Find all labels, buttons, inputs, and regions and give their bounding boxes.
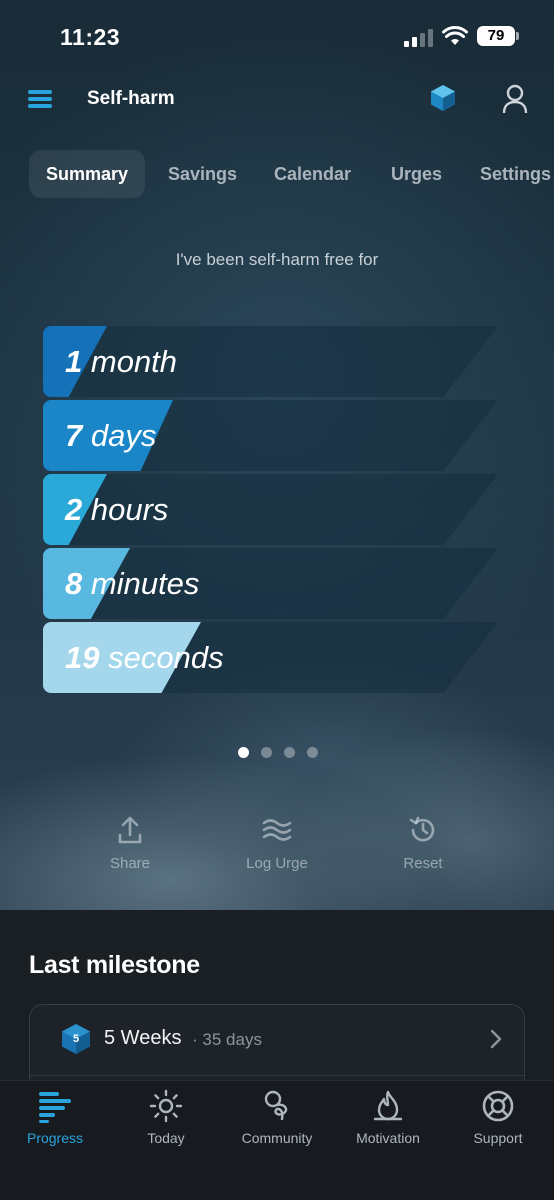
- profile-icon[interactable]: [502, 84, 528, 114]
- milestone-badge-icon: [62, 1024, 90, 1054]
- tab-urges[interactable]: Urges: [391, 150, 442, 198]
- nav-community-label: Community: [241, 1130, 313, 1146]
- last-milestone-section: Last milestone 5 5 Weeks · 35 days: [0, 910, 554, 1094]
- wifi-icon: [442, 26, 468, 45]
- lifebuoy-icon: [482, 1090, 514, 1122]
- battery-indicator: 79: [477, 26, 519, 46]
- counter-days: 7 days: [43, 400, 498, 471]
- page-dot[interactable]: [261, 747, 272, 758]
- nav-community[interactable]: Community: [222, 1081, 332, 1146]
- history-icon: [409, 816, 435, 842]
- tab-settings[interactable]: Settings: [480, 150, 551, 198]
- milestone-separator: ·: [192, 1030, 198, 1049]
- status-bar: 11:23 79: [0, 0, 554, 74]
- progress-bars-icon: [39, 1092, 71, 1123]
- tab-summary[interactable]: Summary: [29, 150, 146, 198]
- tab-savings[interactable]: Savings: [168, 150, 237, 198]
- counter-unit: days: [90, 418, 157, 453]
- reset-label: Reset: [403, 855, 443, 872]
- counter-hours: 2 hours: [43, 474, 498, 545]
- share-label: Share: [109, 855, 151, 872]
- counter-value: 8: [65, 566, 83, 601]
- chevron-right-icon: [490, 1029, 502, 1049]
- counter-unit: month: [90, 344, 178, 379]
- counter-unit: seconds: [108, 640, 224, 675]
- counter-unit: minutes: [90, 566, 200, 601]
- nav-today[interactable]: Today: [111, 1081, 221, 1146]
- counter-value: 2: [65, 492, 83, 527]
- counter-value: 1: [65, 344, 83, 379]
- hero-background: 11:23 79 Self-harm Summary Savings Calen…: [0, 0, 554, 910]
- nav-motivation[interactable]: Motivation: [333, 1081, 443, 1146]
- milestone-name: 5 Weeks: [104, 1027, 182, 1049]
- nav-support-label: Support: [473, 1130, 523, 1146]
- premium-hexagon-icon[interactable]: [430, 84, 456, 112]
- cellular-signal-icon: [404, 29, 434, 47]
- share-button[interactable]: Share: [85, 815, 175, 872]
- bottom-navigation: Progress Today Community Motivation Supp…: [0, 1080, 554, 1200]
- nav-today-label: Today: [147, 1130, 185, 1146]
- nav-progress[interactable]: Progress: [0, 1081, 110, 1146]
- share-icon: [118, 816, 142, 844]
- milestone-days-value: 35 days: [202, 1030, 262, 1049]
- counter-value: 7: [65, 418, 83, 453]
- sun-icon: [149, 1089, 183, 1123]
- waves-icon: [262, 819, 292, 841]
- nav-progress-label: Progress: [26, 1130, 84, 1146]
- counter-seconds: 19 seconds: [43, 622, 498, 693]
- page-title: Self-harm: [87, 88, 175, 109]
- divider: [30, 1075, 524, 1076]
- reset-button[interactable]: Reset: [378, 815, 468, 872]
- nav-motivation-label: Motivation: [356, 1130, 420, 1146]
- section-title: Last milestone: [29, 951, 200, 979]
- flame-icon: [373, 1090, 403, 1121]
- counter-unit: hours: [90, 492, 169, 527]
- counter-months: 1 month: [43, 326, 498, 397]
- milestone-days: · 35 days: [192, 1030, 262, 1050]
- log-urge-button[interactable]: Log Urge: [232, 815, 322, 872]
- streak-intro-text: I've been self-harm free for: [175, 250, 379, 269]
- counter-minutes: 8 minutes: [43, 548, 498, 619]
- tab-bar: Summary Savings Calendar Urges Settings: [0, 150, 554, 198]
- app-header: Self-harm: [0, 74, 554, 124]
- status-time: 11:23: [60, 24, 121, 50]
- nav-support[interactable]: Support: [443, 1081, 553, 1146]
- community-icon: [264, 1090, 288, 1121]
- page-dot[interactable]: [307, 747, 318, 758]
- log-urge-label: Log Urge: [246, 855, 308, 872]
- page-dot[interactable]: [284, 747, 295, 758]
- tab-calendar[interactable]: Calendar: [274, 150, 351, 198]
- menu-icon[interactable]: [28, 90, 52, 108]
- counter-value: 19: [65, 640, 100, 675]
- page-dot-active[interactable]: [238, 747, 249, 758]
